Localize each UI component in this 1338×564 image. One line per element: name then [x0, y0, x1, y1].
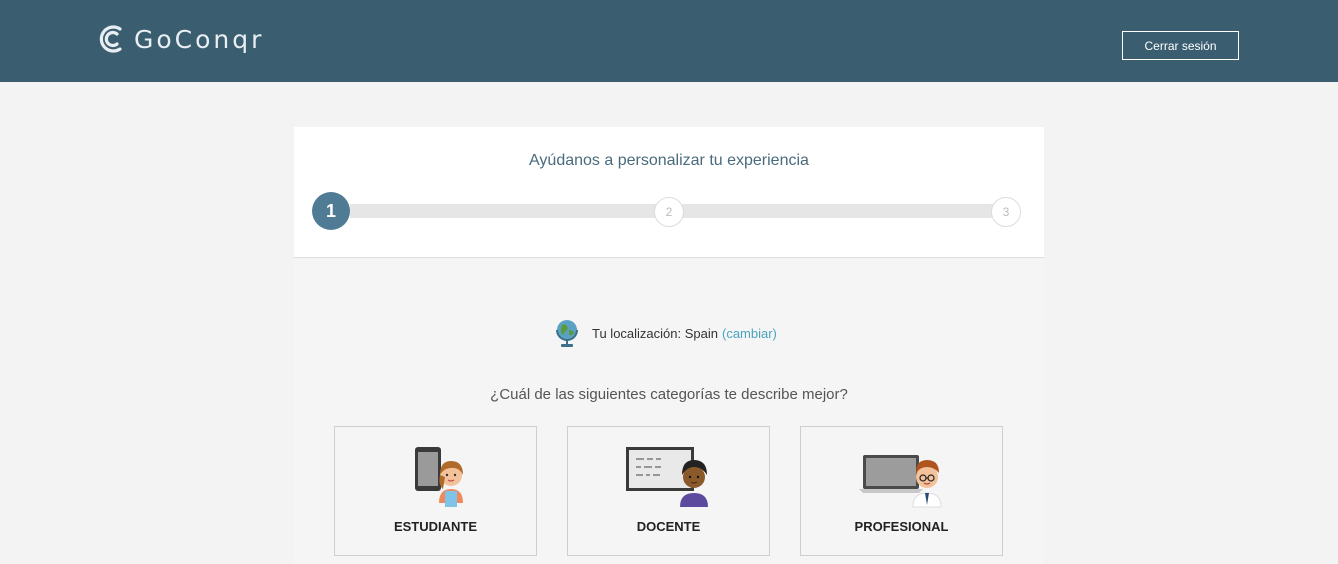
goconqr-logo[interactable]: GoConqr — [98, 22, 264, 56]
step-1-indicator: 1 — [312, 192, 350, 230]
location-row: Tu localización: Spain (cambiar) — [554, 318, 777, 348]
category-option-student[interactable]: ESTUDIANTE — [334, 426, 537, 556]
location-text: Tu localización: Spain — [592, 325, 718, 341]
teacher-whiteboard-icon — [568, 445, 769, 511]
step-2-indicator: 2 — [654, 197, 684, 227]
change-location-link[interactable]: (cambiar) — [722, 326, 777, 341]
globe-icon — [554, 318, 580, 348]
goconqr-logo-icon — [99, 25, 122, 53]
wizard-header-card: Ayúdanos a personalizar tu experiencia — [294, 127, 1044, 258]
professional-laptop-icon — [801, 445, 1002, 511]
top-navigation-bar: GoConqr Cerrar sesión — [0, 0, 1338, 82]
category-option-teacher[interactable]: DOCENTE — [567, 426, 770, 556]
wizard-title: Ayúdanos a personalizar tu experiencia — [529, 152, 809, 169]
student-tablet-icon — [335, 445, 536, 511]
category-question: ¿Cuál de las siguientes categorías te de… — [490, 386, 848, 403]
category-label-professional: PROFESIONAL — [854, 519, 949, 534]
category-label-teacher: DOCENTE — [636, 519, 701, 534]
step-3-indicator: 3 — [991, 197, 1021, 227]
logout-button[interactable]: Cerrar sesión — [1122, 31, 1239, 60]
brand-name: GoConqr — [134, 24, 265, 54]
category-option-professional[interactable]: PROFESIONAL — [800, 426, 1003, 556]
category-label-student: ESTUDIANTE — [393, 519, 478, 534]
